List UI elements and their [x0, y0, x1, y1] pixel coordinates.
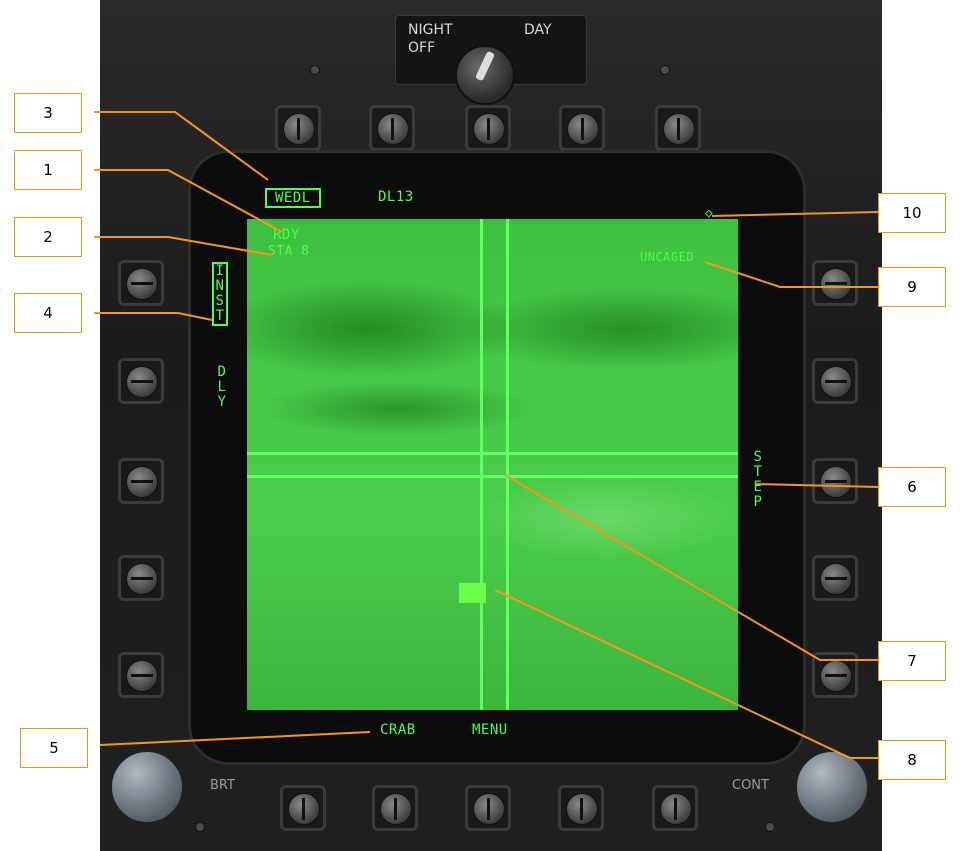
callout-4: 4 [14, 293, 82, 333]
leader-8 [494, 589, 878, 759]
callout-leader-lines [94, 111, 879, 759]
leader-1 [94, 169, 283, 233]
callout-6: 6 [878, 467, 946, 507]
callout-9: 9 [878, 267, 946, 307]
leader-2 [94, 236, 273, 256]
callout-8: 8 [878, 740, 946, 780]
leader-9 [704, 261, 878, 288]
callout-1: 1 [14, 150, 82, 190]
callout-10: 10 [878, 193, 946, 233]
callout-2: 2 [14, 217, 82, 257]
callout-7: 7 [878, 641, 946, 681]
leader-4 [94, 312, 213, 321]
callout-5: 5 [20, 728, 88, 768]
callout-3: 3 [14, 93, 82, 133]
leader-7 [504, 474, 878, 661]
leader-6 [754, 483, 879, 488]
leader-5 [99, 731, 371, 746]
leader-10 [711, 211, 879, 217]
